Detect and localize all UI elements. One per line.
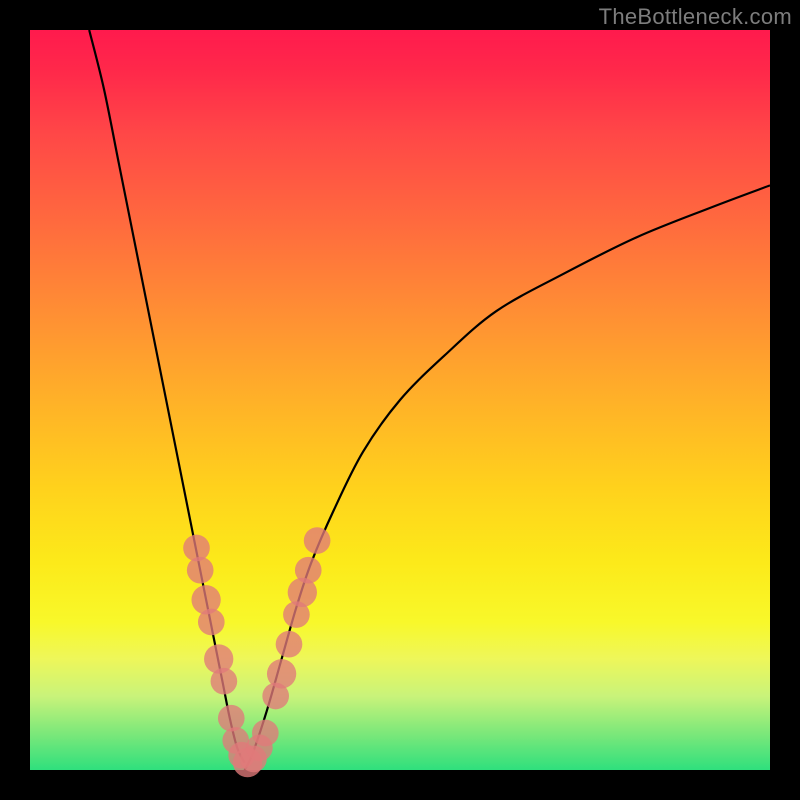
chart-frame: TheBottleneck.com bbox=[0, 0, 800, 800]
data-marker bbox=[267, 659, 296, 688]
data-marker bbox=[276, 631, 303, 658]
data-marker bbox=[183, 535, 210, 562]
data-marker bbox=[187, 557, 214, 584]
data-marker bbox=[304, 527, 331, 554]
data-marker bbox=[211, 668, 238, 695]
data-marker bbox=[198, 609, 225, 636]
watermark-text: TheBottleneck.com bbox=[599, 4, 792, 30]
marker-group bbox=[183, 527, 330, 777]
plot-area bbox=[30, 30, 770, 770]
bottleneck-curve-right bbox=[245, 185, 770, 770]
curve-layer bbox=[30, 30, 770, 770]
data-marker bbox=[252, 720, 279, 747]
data-marker bbox=[295, 557, 322, 584]
data-marker bbox=[218, 705, 245, 732]
